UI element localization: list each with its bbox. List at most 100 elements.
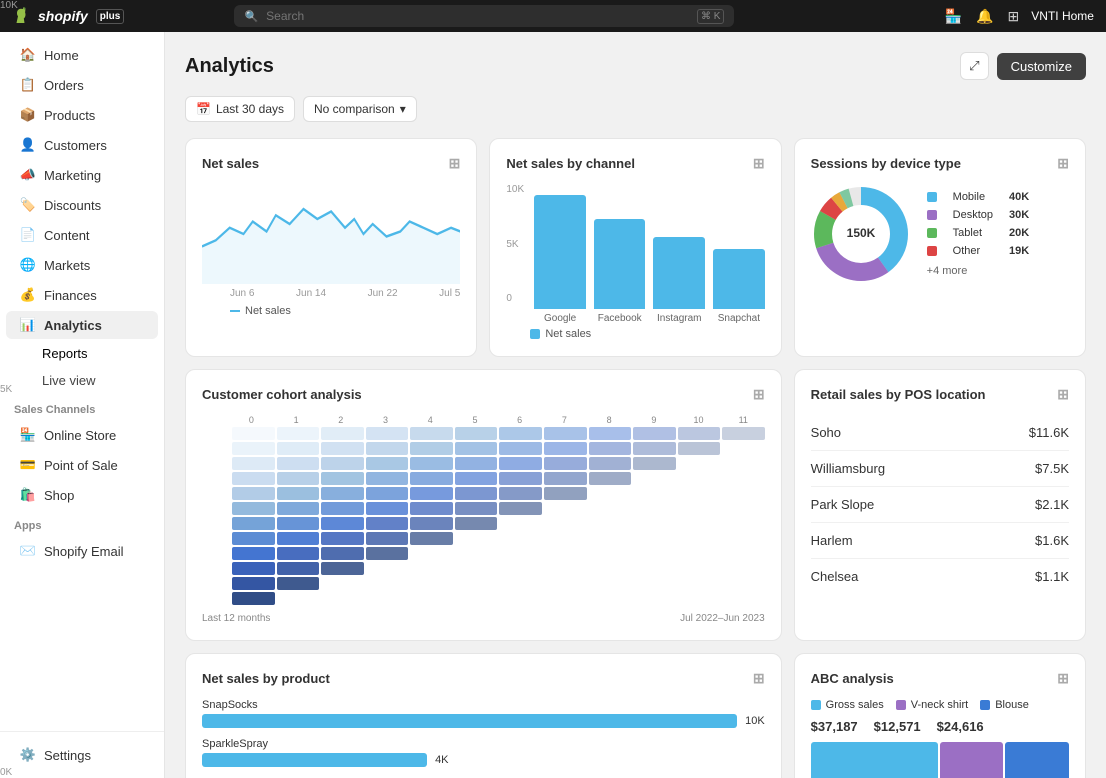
cohort-row	[202, 547, 765, 560]
pos-row-chelsea: Chelsea $1.1K	[811, 559, 1069, 594]
channel-bars: Google Facebook Instagram Snapchat	[534, 184, 764, 324]
sidebar-item-online-store[interactable]: 🏪 Online Store	[6, 421, 158, 449]
retail-sales-icon[interactable]: ⊞	[1057, 386, 1069, 403]
pos-row-williamsburg: Williamsburg $7.5K	[811, 451, 1069, 487]
page-title: Analytics	[185, 55, 274, 78]
abc-card-icon[interactable]: ⊞	[1057, 670, 1069, 687]
channel-legend: Net sales	[530, 328, 764, 340]
sidebar-item-settings[interactable]: ⚙️ Settings	[6, 741, 158, 769]
sidebar-item-finances[interactable]: 💰 Finances	[6, 281, 158, 309]
cohort-footer: Last 12 months Jul 2022–Jun 2023	[202, 613, 765, 624]
sessions-device-title: Sessions by device type	[811, 156, 961, 171]
search-input[interactable]	[266, 9, 689, 23]
cohort-card-icon[interactable]: ⊞	[753, 386, 765, 403]
net-sales-chart	[202, 184, 460, 284]
product-bars: SnapSocks 10K SparkleSpray 4K	[202, 699, 765, 778]
net-sales-legend: Net sales	[230, 305, 460, 317]
cohort-row	[202, 577, 765, 590]
net-sales-legend-dot	[230, 310, 240, 312]
sidebar-item-markets[interactable]: 🌐 Markets	[6, 251, 158, 279]
net-sales-card-icon[interactable]: ⊞	[449, 155, 461, 172]
pos-row-park-slope: Park Slope $2.1K	[811, 487, 1069, 523]
donut-chart: 150K	[811, 184, 911, 284]
product-snapsocks: SnapSocks 10K	[202, 699, 765, 728]
chevron-down-icon: ▾	[400, 102, 406, 116]
cohort-rows	[202, 427, 765, 605]
customize-button[interactable]: Customize	[997, 53, 1086, 80]
header-actions: ⤢ Customize	[960, 52, 1086, 80]
product-sparklespray: SparkleSpray 4K	[202, 738, 765, 767]
logo-plus: plus	[96, 9, 125, 24]
store-name: VNTI Home	[1031, 9, 1094, 23]
topbar-actions: 🏪 🔔 ⊞ VNTI Home	[943, 6, 1094, 27]
net-sales-card: Net sales ⊞ 10K 5K 0K	[185, 138, 477, 357]
sessions-device-card: Sessions by device type ⊞	[794, 138, 1086, 357]
net-sales-product-card: Net sales by product ⊞ SnapSocks 10K Spa…	[185, 653, 782, 778]
cohort-chart: 0 1 2 3 4 5 6 7 8 9 10 11	[202, 415, 765, 607]
pos-row-soho: Soho $11.6K	[811, 415, 1069, 451]
sidebar-item-shopify-email[interactable]: ✉️ Shopify Email	[6, 537, 158, 565]
sidebar-item-orders[interactable]: 📋 Orders	[6, 71, 158, 99]
cohort-row	[202, 592, 765, 605]
legend-other: Other 19K	[927, 245, 1030, 257]
donut-legend: Mobile 40K Desktop 30K Tablet 20K	[927, 191, 1030, 277]
cohort-row	[202, 457, 765, 470]
sidebar-item-point-of-sale[interactable]: 💳 Point of Sale	[6, 451, 158, 479]
cohort-headers: 0 1 2 3 4 5 6 7 8 9 10 11	[230, 415, 765, 425]
bar-instagram: Instagram	[653, 237, 705, 324]
abc-legend-blouse: Blouse	[980, 699, 1029, 711]
sidebar-item-discounts[interactable]: 🏷️ Discounts	[6, 191, 158, 219]
sidebar-sub-live-view[interactable]: Live view	[6, 368, 158, 393]
net-sales-x-labels: Jun 6 Jun 14 Jun 22 Jul 5	[230, 288, 460, 299]
abc-legend: Gross sales V-neck shirt Blouse	[811, 699, 1069, 711]
svg-text:150K: 150K	[846, 226, 875, 240]
retail-sales-card: Retail sales by POS location ⊞ Soho $11.…	[794, 369, 1086, 641]
pos-row-harlem: Harlem $1.6K	[811, 523, 1069, 559]
cohort-row	[202, 472, 765, 485]
net-sales-channel-card: Net sales by channel ⊞ 10K 5K 0 Google	[489, 138, 781, 357]
store-icon[interactable]: 🏪	[943, 6, 964, 27]
cohort-title: Customer cohort analysis	[202, 387, 362, 402]
sidebar-item-customers[interactable]: 👤 Customers	[6, 131, 158, 159]
net-sales-title: Net sales	[202, 156, 259, 171]
product-card-icon[interactable]: ⊞	[753, 670, 765, 687]
comparison-filter[interactable]: No comparison ▾	[303, 96, 417, 122]
logo: shopify plus	[12, 6, 124, 26]
retail-sales-title: Retail sales by POS location	[811, 387, 986, 402]
sidebar-item-home[interactable]: 🏠 Home	[6, 41, 158, 69]
cohort-row	[202, 502, 765, 515]
cohort-row	[202, 532, 765, 545]
analytics-grid-row3: Net sales by product ⊞ SnapSocks 10K Spa…	[185, 653, 1086, 778]
sidebar-item-marketing[interactable]: 📣 Marketing	[6, 161, 158, 189]
net-sales-channel-icon[interactable]: ⊞	[753, 155, 765, 172]
expand-button[interactable]: ⤢	[960, 52, 988, 80]
sidebar-item-analytics[interactable]: 📊 Analytics	[6, 311, 158, 339]
analytics-grid-row1: Net sales ⊞ 10K 5K 0K	[185, 138, 1086, 357]
abc-legend-gross: Gross sales	[811, 699, 884, 711]
net-sales-channel-title: Net sales by channel	[506, 156, 635, 171]
sidebar-item-shop[interactable]: 🛍️ Shop	[6, 481, 158, 509]
donut-more: +4 more	[927, 265, 1030, 277]
sidebar-sub-reports[interactable]: Reports	[6, 341, 158, 366]
cohort-row	[202, 442, 765, 455]
abc-legend-vneck: V-neck shirt	[896, 699, 968, 711]
notification-icon[interactable]: 🔔	[974, 6, 995, 27]
sidebar-item-products[interactable]: 📦 Products	[6, 101, 158, 129]
sidebar-item-content[interactable]: 📄 Content	[6, 221, 158, 249]
donut-area: 150K Mobile 40K Desktop 30K	[811, 184, 1069, 284]
date-range-filter[interactable]: 📅 Last 30 days	[185, 96, 295, 122]
bar-facebook: Facebook	[594, 219, 646, 324]
legend-mobile: Mobile 40K	[927, 191, 1030, 203]
apps-icon[interactable]: ⊞	[1006, 6, 1022, 27]
search-bar[interactable]: 🔍 ⌘ K	[234, 5, 734, 27]
channel-legend-dot	[530, 329, 540, 339]
cohort-card: Customer cohort analysis ⊞ 0 1 2 3 4 5 6…	[185, 369, 782, 641]
sessions-device-icon[interactable]: ⊞	[1057, 155, 1069, 172]
cohort-row	[202, 427, 765, 440]
search-icon: 🔍	[244, 10, 258, 23]
logo-text: shopify	[38, 8, 88, 24]
abc-bars	[811, 742, 1069, 778]
cohort-row	[202, 562, 765, 575]
content-header: Analytics ⤢ Customize	[185, 52, 1086, 80]
main-layout: 🏠 Home 📋 Orders 📦 Products 👤 Customers 📣…	[0, 32, 1106, 778]
